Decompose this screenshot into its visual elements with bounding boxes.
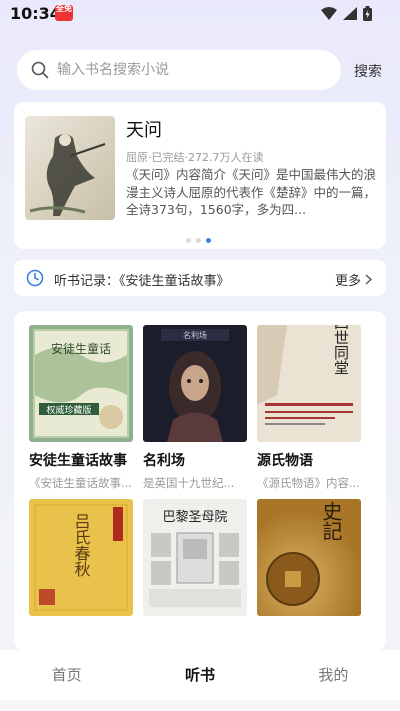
- book-grid: 安徒生童话 权威珍藏版 安徒生童话故事 《安徒生童话故事... 名利场 名利场 …: [14, 311, 386, 651]
- signal-icon: [343, 7, 357, 20]
- clock-icon: [26, 269, 44, 287]
- featured-book-description: 《天问》内容简介《天问》是中国最伟大的浪漫主义诗人屈原的代表作《楚辞》中的一篇，…: [126, 167, 376, 217]
- chevron-right-icon: [365, 274, 372, 285]
- book-cover[interactable]: 巴黎圣母院: [143, 499, 247, 616]
- listening-history-bar[interactable]: 听书记录：《安徒生童话故事》 更多: [14, 260, 386, 296]
- carousel-dot[interactable]: [186, 238, 191, 243]
- cover-title-text: 巴黎圣母院: [162, 510, 227, 525]
- search-box[interactable]: [17, 50, 341, 90]
- app-badge-icon: 全免: [55, 5, 73, 21]
- wifi-icon: [321, 7, 337, 20]
- carousel-indicator: [186, 238, 211, 243]
- cover-title-text: 安徒生童话: [51, 341, 111, 356]
- more-link[interactable]: 更多: [335, 270, 372, 289]
- featured-book-card[interactable]: 天问 屈原·已完结·272.7万人在读 《天问》内容简介《天问》是中国最伟大的浪…: [14, 102, 386, 249]
- book-cover[interactable]: 名利场: [143, 325, 247, 442]
- book-item[interactable]: 名利场 名利场 是英国十九世纪...: [143, 325, 253, 491]
- book-item[interactable]: 史記: [257, 499, 367, 616]
- search-input[interactable]: [57, 50, 327, 90]
- book-cover[interactable]: 四世同堂: [257, 325, 361, 442]
- battery-icon: [363, 6, 372, 21]
- search-icon: [31, 61, 49, 79]
- book-cover[interactable]: 吕氏春秋: [29, 499, 133, 616]
- carousel-dot[interactable]: [196, 238, 201, 243]
- cover-subtitle-text: 权威珍藏版: [46, 404, 91, 416]
- featured-book-meta: 屈原·已完结·272.7万人在读: [126, 151, 264, 164]
- book-item[interactable]: 安徒生童话 权威珍藏版 安徒生童话故事 《安徒生童话故事...: [29, 325, 139, 491]
- book-cover[interactable]: 史記: [257, 499, 361, 616]
- cover-title-text: 四世同堂: [332, 325, 350, 375]
- book-title: 源氏物语: [257, 453, 313, 469]
- carousel-dot-active[interactable]: [206, 238, 211, 243]
- book-title: 安徒生童话故事: [29, 453, 127, 469]
- more-label: 更多: [334, 274, 361, 289]
- book-cover[interactable]: 安徒生童话 权威珍藏版: [29, 325, 133, 442]
- app-badge-text: 全免: [56, 4, 72, 13]
- status-time: 10:34: [10, 4, 61, 23]
- tab-profile[interactable]: 我的: [267, 650, 400, 700]
- featured-book-title: 天问: [126, 120, 162, 141]
- featured-book-cover[interactable]: [25, 116, 115, 220]
- cover-title-text: 史記: [319, 501, 343, 541]
- book-desc: 是英国十九世纪...: [143, 476, 235, 490]
- book-title: 名利场: [143, 453, 185, 469]
- status-icons: [321, 6, 372, 21]
- book-item[interactable]: 四世同堂 源氏物语 《源氏物语》内容...: [257, 325, 367, 491]
- cover-title-text: 名利场: [183, 330, 207, 340]
- tab-audiobook[interactable]: 听书: [133, 650, 266, 700]
- status-bar: 10:34 全免: [0, 0, 400, 28]
- tab-home[interactable]: 首页: [0, 650, 133, 700]
- book-item[interactable]: 巴黎圣母院: [143, 499, 253, 616]
- book-desc: 《安徒生童话故事...: [29, 476, 132, 490]
- home-indicator: [0, 700, 400, 711]
- search-button[interactable]: 搜索: [354, 61, 382, 81]
- search-row: 搜索: [17, 50, 387, 90]
- book-desc: 《源氏物语》内容...: [257, 476, 360, 490]
- cover-title-text: 吕氏春秋: [72, 513, 91, 577]
- bottom-nav: 首页 听书 我的: [0, 650, 400, 700]
- history-label: 听书记录：《安徒生童话故事》: [54, 274, 230, 289]
- book-item[interactable]: 吕氏春秋: [29, 499, 139, 616]
